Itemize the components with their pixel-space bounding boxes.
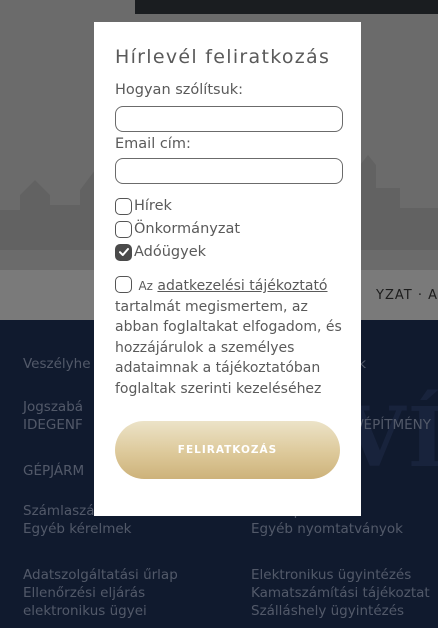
name-input[interactable]	[115, 106, 343, 132]
checkbox-label-adougyek: Adóügyek	[134, 244, 207, 260]
checkmark-icon	[118, 248, 129, 256]
modal-title: Hírlevél feliratkozás	[115, 46, 331, 68]
newsletter-modal: Hírlevél feliratkozás Hogyan szólítsuk: …	[94, 22, 361, 516]
topic-checkbox-adougyek[interactable]: Adóügyek	[115, 242, 206, 262]
checkbox-label-hirek: Hírek	[134, 198, 172, 214]
email-field-label: Email cím:	[115, 136, 191, 152]
checkbox-onkormanyzat[interactable]	[115, 220, 132, 238]
checkbox-label-onkormanyzat: Önkormányzat	[134, 221, 241, 237]
topic-checkbox-hirek[interactable]: Hírek	[115, 196, 172, 216]
checkbox-adougyek[interactable]	[115, 243, 132, 261]
checkbox-hirek[interactable]	[115, 197, 132, 215]
consent-block: Az adatkezelési tájékoztató tartalmát me…	[115, 276, 353, 399]
consent-text: tartalmát megismertem, az abban foglalta…	[115, 298, 342, 397]
consent-checkbox[interactable]	[115, 276, 132, 293]
topic-checkbox-onkormanyzat[interactable]: Önkormányzat	[115, 219, 240, 239]
privacy-policy-link[interactable]: adatkezelési tájékoztató	[157, 278, 327, 294]
name-field-label: Hogyan szólítsuk:	[115, 82, 244, 98]
subscribe-button[interactable]: FELIRATKOZÁS	[115, 421, 340, 479]
email-input[interactable]	[115, 158, 343, 184]
consent-prefix: Az	[138, 279, 153, 293]
